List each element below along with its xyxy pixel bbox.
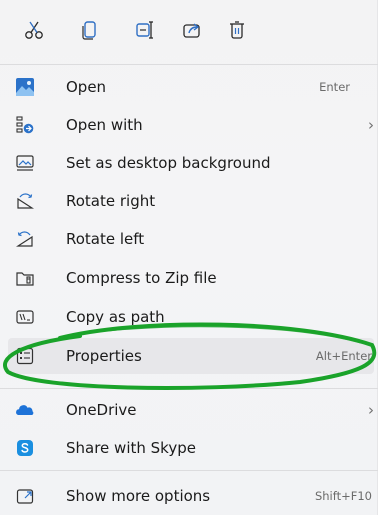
chevron-right-icon: ›	[368, 401, 374, 419]
rename-button[interactable]	[131, 16, 159, 44]
copy-button[interactable]	[76, 16, 104, 44]
share-icon	[183, 23, 200, 38]
menu-item-compress-zip[interactable]: Compress to Zip file	[8, 260, 374, 296]
rotate-right-icon	[16, 192, 34, 210]
menu-item-label: Set as desktop background	[66, 154, 271, 172]
copy-icon	[82, 21, 96, 40]
quick-actions-toolbar	[0, 0, 378, 64]
menu-item-label: Rotate left	[66, 230, 145, 248]
menu-item-label: Open	[66, 78, 107, 96]
menu-item-label: Copy as path	[66, 308, 165, 326]
menu-item-label: Compress to Zip file	[66, 269, 217, 287]
open-with-icon	[16, 116, 34, 134]
trash-icon	[230, 21, 244, 39]
menu-item-label: OneDrive	[66, 401, 137, 419]
share-button[interactable]	[178, 16, 206, 44]
menu-item-properties[interactable]: Properties Alt+Enter	[8, 338, 374, 374]
desktop-background-icon	[16, 154, 34, 172]
menu-separator	[0, 388, 378, 389]
menu-item-open-with[interactable]: Open with ›	[8, 107, 374, 143]
onedrive-icon	[16, 401, 34, 419]
properties-icon	[16, 347, 34, 365]
toolbar-separator	[0, 64, 378, 65]
copy-path-icon	[16, 308, 34, 326]
context-menu: Open Enter Open with › Set as desktop ba…	[0, 0, 378, 515]
skype-icon	[16, 439, 34, 457]
menu-item-label: Rotate right	[66, 192, 156, 210]
cut-button[interactable]	[20, 16, 48, 44]
more-options-icon	[16, 487, 34, 505]
shortcut-label: Enter	[319, 80, 350, 94]
menu-item-onedrive[interactable]: OneDrive ›	[8, 392, 374, 428]
scissors-icon	[25, 21, 43, 39]
menu-item-label: Properties	[66, 347, 142, 365]
shortcut-label: Alt+Enter	[315, 349, 372, 363]
menu-item-rotate-left[interactable]: Rotate left	[8, 221, 374, 257]
rotate-left-icon	[16, 230, 34, 248]
menu-item-set-desktop-background[interactable]: Set as desktop background	[8, 145, 374, 181]
delete-button[interactable]	[223, 16, 251, 44]
menu-item-show-more-options[interactable]: Show more options Shift+F10	[8, 478, 374, 514]
menu-item-label: Show more options	[66, 487, 211, 505]
menu-item-rotate-right[interactable]: Rotate right	[8, 183, 374, 219]
menu-separator	[0, 470, 378, 471]
image-icon	[16, 78, 34, 96]
shortcut-label: Shift+F10	[314, 489, 372, 503]
menu-item-label: Share with Skype	[66, 439, 196, 457]
rename-icon	[136, 21, 153, 39]
menu-item-label: Open with	[66, 116, 143, 134]
chevron-right-icon: ›	[368, 116, 374, 134]
menu-item-open[interactable]: Open Enter	[8, 69, 374, 105]
menu-item-copy-as-path[interactable]: Copy as path	[8, 299, 374, 335]
menu-item-share-skype[interactable]: Share with Skype	[8, 430, 374, 466]
zip-icon	[16, 269, 34, 287]
